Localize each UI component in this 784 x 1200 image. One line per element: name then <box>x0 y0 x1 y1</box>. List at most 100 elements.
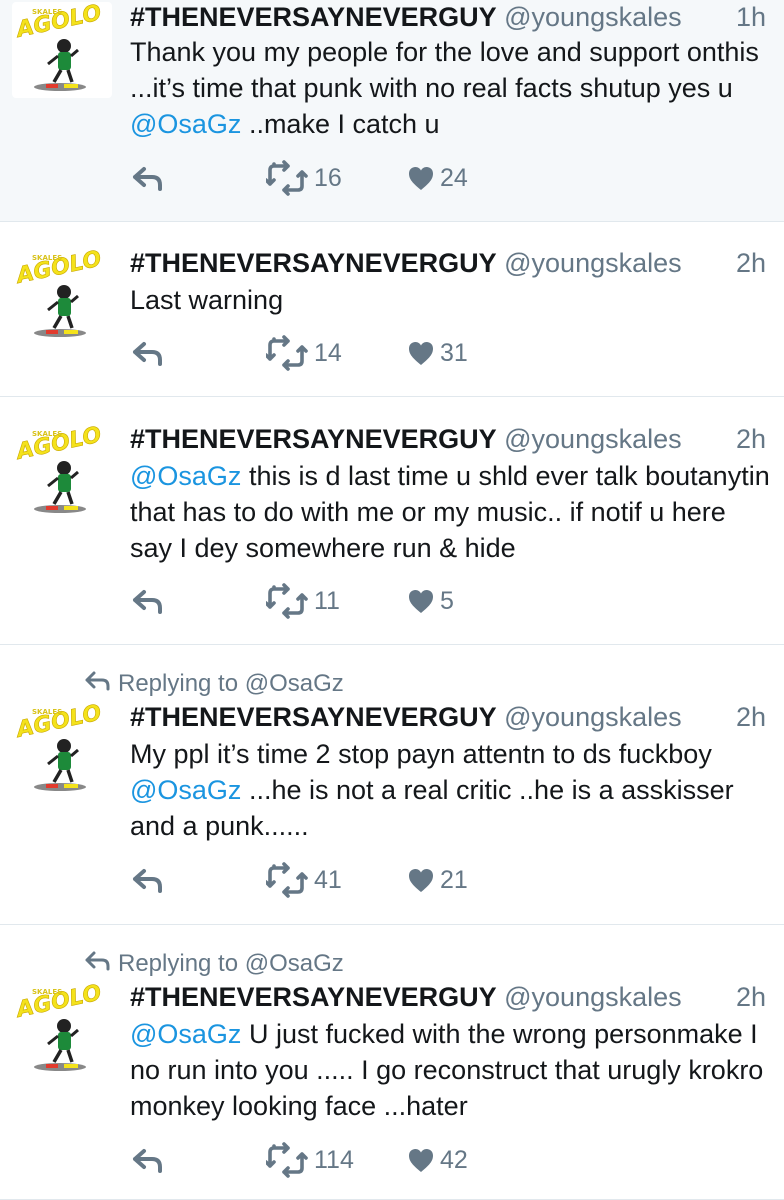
retweet-icon <box>266 1142 308 1178</box>
tweet-text: My ppl it’s time 2 stop payn attentn to … <box>130 736 770 844</box>
reply-button[interactable] <box>132 1142 164 1178</box>
user-handle[interactable]: @youngskales <box>504 248 682 278</box>
retweet-count: 14 <box>314 338 342 367</box>
like-button[interactable]: 31 <box>408 335 468 371</box>
tweet-card[interactable]: Replying to @OsaGz AGOLO SKALES #THENEVERSA… <box>0 925 784 1200</box>
tweet-card[interactable]: AGOLO SKALES #THENEVERSAYNEVERGUY @youngsk… <box>0 0 784 222</box>
tweet-actions: 14 31 <box>130 335 730 371</box>
tweet-card[interactable]: AGOLO SKALES #THENEVERSAYNEVERGUY @youngsk… <box>0 222 784 397</box>
mention-link[interactable]: @OsaGz <box>130 461 241 491</box>
mention-link[interactable]: @OsaGz <box>130 109 241 139</box>
retweet-icon <box>266 583 308 619</box>
tweet-text-segment: ..make I catch u <box>241 109 440 139</box>
reply-button[interactable] <box>132 583 164 619</box>
tweet-timestamp[interactable]: 2h <box>736 246 766 280</box>
reply-context-arrow-icon <box>85 951 110 971</box>
tweet-header: #THENEVERSAYNEVERGUY @youngskales 2h <box>130 422 766 456</box>
reply-context-label: Replying to @OsaGz <box>118 670 344 697</box>
user-handle[interactable]: @youngskales <box>504 424 682 454</box>
like-button[interactable]: 21 <box>408 862 468 898</box>
avatar[interactable]: AGOLO SKALES <box>12 424 112 520</box>
tweet-text-segment: up yes u <box>630 73 733 103</box>
avatar[interactable]: AGOLO SKALES <box>12 2 112 98</box>
reply-context-label: Replying to @OsaGz <box>118 950 344 977</box>
avatar-small-text: SKALES <box>32 8 62 16</box>
user-display-name[interactable]: #THENEVERSAYNEVERGUY <box>130 702 497 732</box>
tweet-actions: 41 21 <box>130 862 730 898</box>
user-display-name[interactable]: #THENEVERSAYNEVERGUY <box>130 424 497 454</box>
heart-icon <box>409 341 433 365</box>
tweet-timestamp[interactable]: 2h <box>736 700 766 734</box>
avatar-image: AGOLOSKALES <box>12 982 104 1071</box>
tweet-actions: 11 5 <box>130 583 730 619</box>
user-handle[interactable]: @youngskales <box>504 982 682 1012</box>
tweet-text-segment: My ppl it’s time 2 stop payn attentn to … <box>130 739 669 769</box>
reply-context[interactable]: Replying to @OsaGz <box>84 669 344 698</box>
mention-link[interactable]: @OsaGz <box>130 775 241 805</box>
user-display-name[interactable]: #THENEVERSAYNEVERGUY <box>130 248 497 278</box>
reply-button[interactable] <box>132 335 164 371</box>
heart-icon <box>409 868 433 892</box>
retweet-icon <box>266 335 308 371</box>
tweet-text-segment: this is d last time u shld ever talk bou… <box>241 461 698 491</box>
avatar-image: AGOLOSKALES <box>12 248 104 337</box>
tweet-card[interactable]: Replying to @OsaGz AGOLO SKALES #THENEVERSA… <box>0 645 784 925</box>
tweet-text: Last warning <box>130 282 770 318</box>
heart-icon <box>409 1148 433 1172</box>
tweet-card[interactable]: AGOLO SKALES #THENEVERSAYNEVERGUY @youngsk… <box>0 397 784 645</box>
reply-context[interactable]: Replying to @OsaGz <box>84 949 344 978</box>
retweet-count: 114 <box>314 1145 354 1174</box>
mention-link[interactable]: @OsaGz <box>130 1019 241 1049</box>
tweet-header: #THENEVERSAYNEVERGUY @youngskales 2h <box>130 980 766 1014</box>
user-handle[interactable]: @youngskales <box>504 702 682 732</box>
tweet-header: #THENEVERSAYNEVERGUY @youngskales 2h <box>130 246 766 280</box>
retweet-count: 16 <box>314 163 342 192</box>
like-count: 5 <box>440 586 454 615</box>
tweet-actions: 114 42 <box>130 1142 730 1178</box>
like-button[interactable]: 24 <box>408 160 468 196</box>
tweet-header: #THENEVERSAYNEVERGUY @youngskales 2h <box>130 700 766 734</box>
retweet-count: 11 <box>314 586 340 615</box>
reply-button[interactable] <box>132 160 164 196</box>
like-button[interactable]: 5 <box>408 583 454 619</box>
retweet-button[interactable]: 114 <box>266 1142 354 1178</box>
like-count: 31 <box>440 338 468 367</box>
reply-icon <box>133 1149 162 1173</box>
user-display-name[interactable]: #THENEVERSAYNEVERGUY <box>130 2 497 32</box>
tweet-timestamp[interactable]: 1h <box>736 0 766 34</box>
user-handle[interactable]: @youngskales <box>504 2 682 32</box>
tweet-actions: 16 24 <box>130 160 730 196</box>
like-count: 24 <box>440 163 468 192</box>
retweet-button[interactable]: 11 <box>266 583 340 619</box>
avatar[interactable]: AGOLO SKALES <box>12 248 112 344</box>
avatar[interactable]: AGOLO SKALES <box>12 702 112 798</box>
tweet-header: #THENEVERSAYNEVERGUY @youngskales 1h <box>130 0 766 34</box>
tweet-text: @OsaGz this is d last time u shld ever t… <box>130 458 770 566</box>
user-display-name[interactable]: #THENEVERSAYNEVERGUY <box>130 982 497 1012</box>
avatar-small-text: SKALES <box>32 708 62 716</box>
retweet-button[interactable]: 14 <box>266 335 342 371</box>
avatar[interactable]: AGOLO SKALES <box>12 982 112 1078</box>
reply-button[interactable] <box>132 862 164 898</box>
tweet-text-segment: U just fucked with the wrong person <box>241 1019 677 1049</box>
avatar-image: AGOLOSKALES <box>12 424 104 513</box>
avatar-small-text: SKALES <box>32 430 62 438</box>
tweet-text: @OsaGz U just fucked with the wrong pers… <box>130 1016 770 1124</box>
reply-icon <box>133 167 162 191</box>
tweet-timeline: AGOLO SKALES #THENEVERSAYNEVERGUY @youngsk… <box>0 0 784 1200</box>
avatar-small-text: SKALES <box>32 254 62 262</box>
retweet-button[interactable]: 16 <box>266 160 342 196</box>
reply-context-icon <box>84 669 118 698</box>
reply-context-arrow-icon <box>85 671 110 691</box>
tweet-text-segment: Last warning <box>130 285 284 315</box>
avatar-image: AGOLOSKALES <box>12 702 104 791</box>
tweet-text: Thank you my people for the love and sup… <box>130 34 770 142</box>
tweet-timestamp[interactable]: 2h <box>736 422 766 456</box>
avatar-small-text: SKALES <box>32 988 62 996</box>
heart-icon <box>409 166 433 190</box>
reply-icon <box>133 869 162 893</box>
like-button[interactable]: 42 <box>408 1142 468 1178</box>
tweet-timestamp[interactable]: 2h <box>736 980 766 1014</box>
retweet-button[interactable]: 41 <box>266 862 342 898</box>
tweet-text-segment: ...he is not a real critic ..he is a ass <box>241 775 664 805</box>
